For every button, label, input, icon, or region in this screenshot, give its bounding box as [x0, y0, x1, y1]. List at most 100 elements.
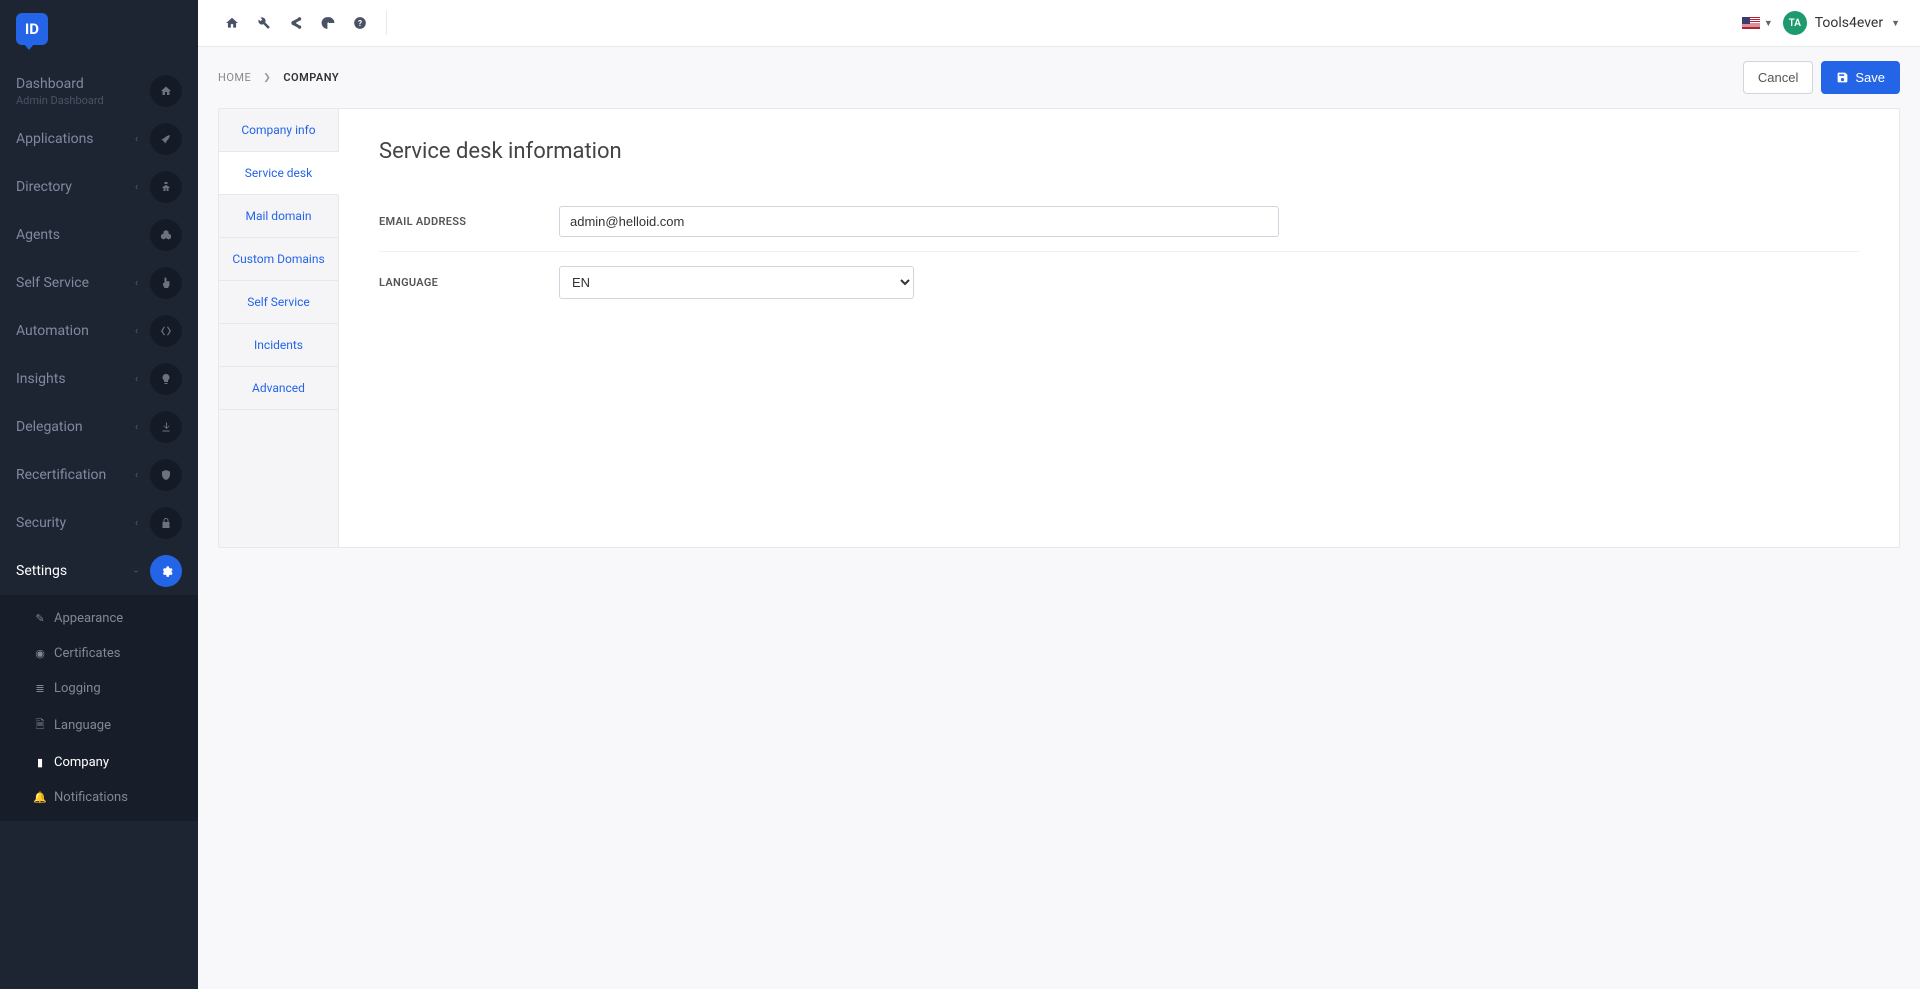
tab-company-info[interactable]: Company info — [219, 109, 338, 152]
user-name: Tools4ever — [1815, 15, 1883, 31]
svg-text:?: ? — [358, 18, 362, 28]
chevron-left-icon: ‹ — [135, 374, 138, 385]
cubes-icon — [150, 219, 182, 251]
sidebar-item-insights[interactable]: Insights ‹ — [0, 355, 198, 403]
language-label: LANGUAGE — [379, 276, 559, 289]
sidebar-item-applications[interactable]: Applications ‹ — [0, 115, 198, 163]
divider — [386, 11, 387, 35]
header-actions: Cancel Save — [1743, 61, 1900, 94]
share-icon — [289, 16, 303, 30]
panel: Company info Service desk Mail domain Cu… — [218, 108, 1900, 548]
tab-advanced[interactable]: Advanced — [219, 367, 338, 410]
sidebar-item-settings[interactable]: Settings ‹ — [0, 547, 198, 595]
avatar: TA — [1783, 11, 1807, 35]
page-title: Service desk information — [379, 139, 1859, 164]
chevron-left-icon: ‹ — [135, 326, 138, 337]
nav-list: Dashboard Admin Dashboard Applications ‹… — [0, 47, 198, 595]
building-icon: ▮ — [34, 756, 46, 769]
nav-label: Dashboard — [16, 76, 150, 92]
language-selector[interactable]: ▼ — [1742, 17, 1773, 29]
app-logo[interactable]: ID — [16, 13, 48, 45]
subnav-appearance[interactable]: ✎ Appearance — [0, 601, 198, 636]
subnav-label: Notifications — [54, 790, 128, 805]
tab-custom-domains[interactable]: Custom Domains — [219, 238, 338, 281]
nav-label: Security — [16, 515, 135, 531]
chevron-left-icon: ‹ — [135, 518, 138, 529]
content-area: Company info Service desk Mail domain Cu… — [198, 108, 1920, 989]
topbar-analytics[interactable] — [314, 9, 342, 37]
nav-label: Insights — [16, 371, 135, 387]
subnav-notifications[interactable]: 🔔 Notifications — [0, 780, 198, 815]
language-select[interactable]: EN — [559, 266, 914, 299]
sidebar-item-security[interactable]: Security ‹ — [0, 499, 198, 547]
list-icon: ≣ — [34, 682, 46, 695]
language-icon: 🗎 — [34, 716, 46, 735]
email-input[interactable] — [559, 206, 1279, 237]
home-icon — [150, 75, 182, 107]
nav-label: Applications — [16, 131, 135, 147]
nav-label: Automation — [16, 323, 135, 339]
nav-label: Self Service — [16, 275, 135, 291]
topbar-help[interactable]: ? — [346, 9, 374, 37]
topbar-share[interactable] — [282, 9, 310, 37]
topbar-home[interactable] — [218, 9, 246, 37]
cancel-button[interactable]: Cancel — [1743, 61, 1813, 94]
subnav-certificates[interactable]: ◉ Certificates — [0, 636, 198, 671]
chevron-down-icon: ‹ — [131, 569, 142, 572]
topbar: ? ▼ TA Tools4ever ▼ — [198, 0, 1920, 47]
sidebar-item-dashboard[interactable]: Dashboard Admin Dashboard — [0, 67, 198, 115]
subnav-company[interactable]: ▮ Company — [0, 745, 198, 780]
save-button[interactable]: Save — [1821, 61, 1900, 94]
side-tabs: Company info Service desk Mail domain Cu… — [219, 109, 339, 547]
nav-label: Recertification — [16, 467, 135, 483]
lightbulb-icon — [150, 363, 182, 395]
help-icon: ? — [353, 16, 367, 30]
caret-down-icon: ▼ — [1891, 18, 1900, 29]
nav-sublabel: Admin Dashboard — [16, 94, 150, 107]
settings-subnav: ✎ Appearance ◉ Certificates ≣ Logging 🗎 … — [0, 595, 198, 821]
main: ? ▼ TA Tools4ever ▼ HOME ❯ COMPA — [198, 0, 1920, 989]
sidebar-item-directory[interactable]: Directory ‹ — [0, 163, 198, 211]
subnav-label: Appearance — [54, 611, 123, 626]
form-row-language: LANGUAGE EN — [379, 252, 1859, 313]
sidebar: ID Dashboard Admin Dashboard Application… — [0, 0, 198, 989]
brush-icon: ✎ — [34, 612, 46, 625]
panel-body: Service desk information EMAIL ADDRESS L… — [339, 109, 1899, 547]
sidebar-item-automation[interactable]: Automation ‹ — [0, 307, 198, 355]
tab-self-service[interactable]: Self Service — [219, 281, 338, 324]
tab-incidents[interactable]: Incidents — [219, 324, 338, 367]
lock-icon — [150, 507, 182, 539]
nav-label: Agents — [16, 227, 150, 243]
subnav-language[interactable]: 🗎 Language — [0, 706, 198, 745]
shield-icon — [150, 459, 182, 491]
breadcrumb-current: COMPANY — [283, 71, 339, 84]
rocket-icon — [150, 123, 182, 155]
tab-service-desk[interactable]: Service desk — [219, 152, 339, 195]
chevron-left-icon: ‹ — [135, 278, 138, 289]
sidebar-item-agents[interactable]: Agents — [0, 211, 198, 259]
email-label: EMAIL ADDRESS — [379, 215, 559, 228]
chevron-left-icon: ‹ — [135, 134, 138, 145]
button-label: Save — [1855, 70, 1885, 85]
home-icon — [225, 16, 239, 30]
sidebar-item-recertification[interactable]: Recertification ‹ — [0, 451, 198, 499]
sidebar-item-self-service[interactable]: Self Service ‹ — [0, 259, 198, 307]
flag-us-icon — [1742, 17, 1760, 29]
sidebar-item-delegation[interactable]: Delegation ‹ — [0, 403, 198, 451]
chevron-left-icon: ‹ — [135, 470, 138, 481]
code-icon — [150, 315, 182, 347]
topbar-tools[interactable] — [250, 9, 278, 37]
subnav-logging[interactable]: ≣ Logging — [0, 671, 198, 706]
chevron-right-icon: ❯ — [263, 73, 271, 83]
subnav-label: Logging — [54, 681, 101, 696]
breadcrumb-home[interactable]: HOME — [218, 71, 251, 84]
chevron-left-icon: ‹ — [135, 182, 138, 193]
nav-label: Delegation — [16, 419, 135, 435]
tab-mail-domain[interactable]: Mail domain — [219, 195, 338, 238]
subnav-label: Language — [54, 718, 111, 733]
chevron-left-icon: ‹ — [135, 422, 138, 433]
wrench-icon — [257, 16, 271, 30]
sitemap-icon — [150, 171, 182, 203]
download-icon — [150, 411, 182, 443]
user-menu[interactable]: TA Tools4ever ▼ — [1783, 11, 1900, 35]
